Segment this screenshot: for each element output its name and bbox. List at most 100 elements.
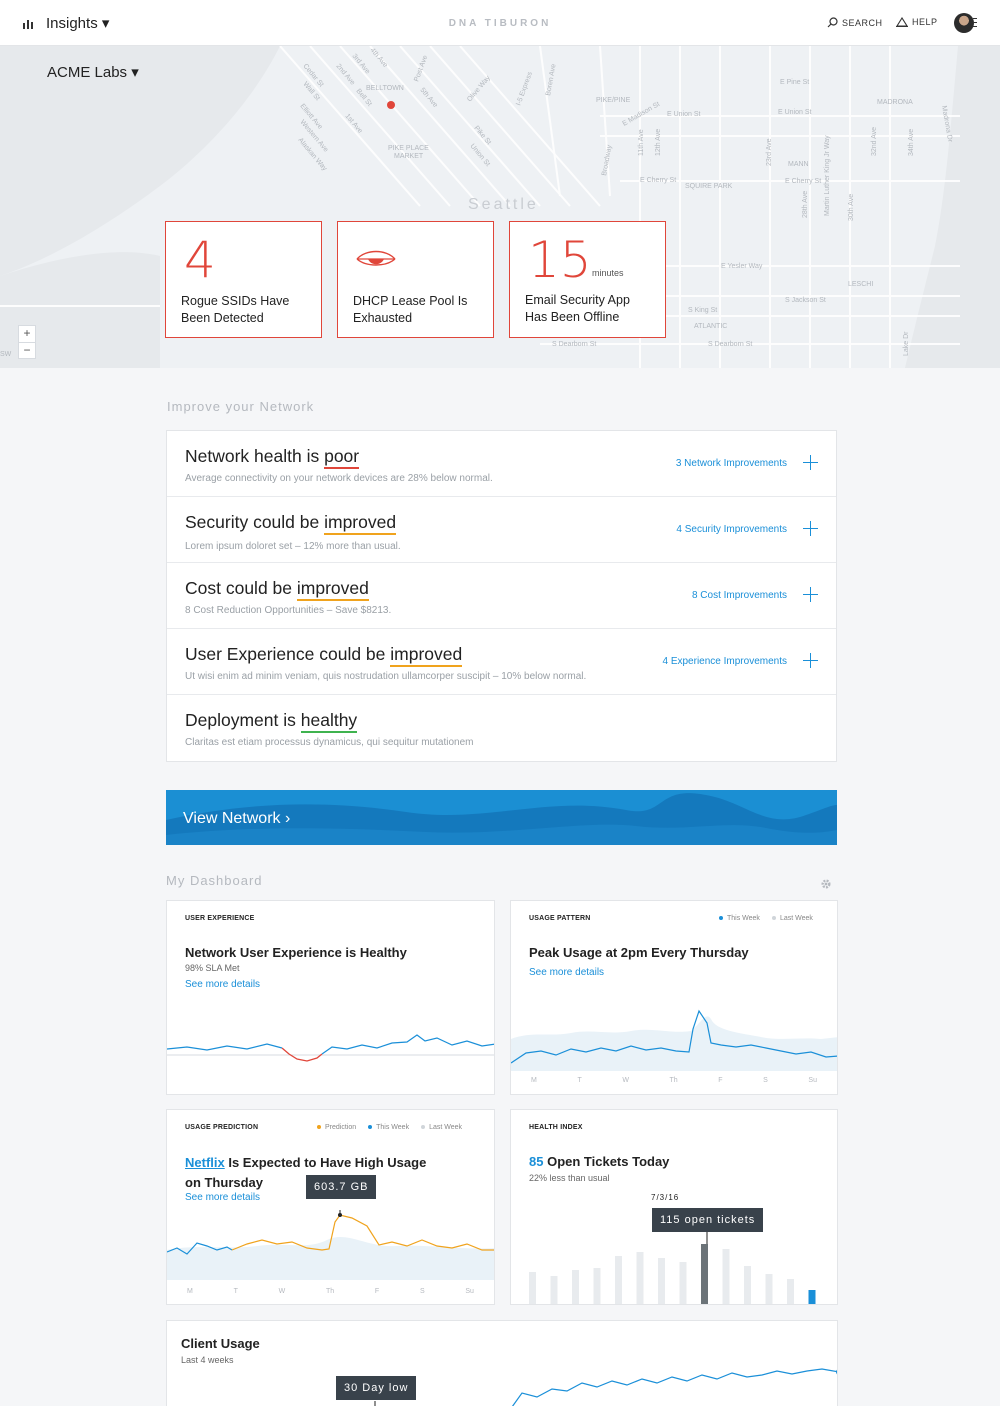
- improvement-link[interactable]: 8 Cost Improvements: [692, 590, 787, 601]
- help-icon: [896, 17, 908, 27]
- ticket-bar[interactable]: [636, 1252, 644, 1304]
- svg-text:SQUIRE PARK: SQUIRE PARK: [685, 183, 733, 190]
- ticket-bar[interactable]: [593, 1268, 601, 1304]
- svg-text:E Pine St: E Pine St: [780, 79, 809, 86]
- search-button[interactable]: SEARCH: [827, 17, 883, 28]
- view-network-button[interactable]: View Network ›: [166, 790, 837, 845]
- alert-card-rogue-ssids[interactable]: 4 Rogue SSIDs Have Been Detected: [165, 221, 322, 338]
- ticket-bar[interactable]: [765, 1274, 773, 1304]
- alert-value: 4: [184, 231, 216, 289]
- ticket-bar[interactable]: [722, 1249, 730, 1304]
- svg-text:E Union St: E Union St: [778, 109, 812, 116]
- improvement-row-experience[interactable]: User Experience could be improved Ut wis…: [167, 629, 836, 695]
- card-kicker: USAGE PATTERN: [529, 915, 591, 922]
- expand-plus-icon[interactable]: [803, 653, 818, 668]
- card-title: Netflix Is Expected to Have High Usage: [185, 1155, 427, 1170]
- gear-icon[interactable]: [820, 878, 832, 890]
- improvement-link[interactable]: 4 Experience Improvements: [662, 656, 787, 667]
- see-more-link[interactable]: See more details: [185, 979, 260, 990]
- svg-text:Boren Ave: Boren Ave: [545, 63, 557, 96]
- improvement-link[interactable]: 4 Security Improvements: [676, 524, 787, 535]
- card-title-line2: on Thursday: [185, 1175, 264, 1190]
- alert-card-dhcp[interactable]: DHCP Lease Pool Is Exhausted: [337, 221, 494, 338]
- ticket-bar[interactable]: [744, 1266, 751, 1304]
- ticket-bar[interactable]: [808, 1290, 816, 1304]
- improvement-status: improved: [296, 578, 369, 601]
- alert-card-email-offline[interactable]: 15 minutes Email Security App Has Been O…: [509, 221, 666, 338]
- help-label: HELP: [912, 17, 938, 27]
- weekday-axis: M T W Th F S Su: [531, 1077, 817, 1084]
- improvement-row-security[interactable]: Security could be improved Lorem ipsum d…: [167, 497, 836, 563]
- ticket-bar[interactable]: [615, 1256, 622, 1304]
- improvement-status: healthy: [300, 710, 358, 733]
- avatar[interactable]: [954, 13, 974, 33]
- improvement-row-cost[interactable]: Cost could be improved 8 Cost Reduction …: [167, 563, 836, 629]
- svg-text:MARKET: MARKET: [394, 153, 424, 160]
- ux-line-chart: [167, 1034, 494, 1062]
- svg-text:BELLTOWN: BELLTOWN: [366, 85, 404, 92]
- ticket-bar[interactable]: [550, 1276, 558, 1304]
- tickets-bar-chart: [529, 1232, 816, 1304]
- card-usage-prediction[interactable]: USAGE PREDICTION Prediction This Week La…: [166, 1109, 495, 1305]
- card-subtitle: 98% SLA Met: [185, 963, 240, 973]
- svg-text:32nd Ave: 32nd Ave: [871, 127, 878, 156]
- improvement-row-deployment[interactable]: Deployment is healthy Claritas est etiam…: [167, 695, 836, 761]
- app-link-netflix[interactable]: Netflix: [185, 1155, 225, 1170]
- svg-text:S Dearborn St: S Dearborn St: [552, 341, 596, 348]
- card-health-index[interactable]: HEALTH INDEX 85 Open Tickets Today 22% l…: [510, 1109, 838, 1305]
- more-menu-icon[interactable]: [973, 18, 977, 27]
- help-button[interactable]: HELP: [896, 17, 938, 27]
- improvement-prefix: Deployment is: [185, 710, 301, 730]
- improvement-prefix: Network health is: [185, 446, 325, 466]
- svg-text:34th Ave: 34th Ave: [908, 129, 915, 156]
- card-client-usage[interactable]: Client Usage Last 4 weeks 30 Day low: [166, 1320, 838, 1406]
- usage-prediction-chart: [167, 1210, 494, 1280]
- chart-tooltip: 30 Day low: [336, 1376, 417, 1400]
- see-more-link[interactable]: See more details: [185, 1192, 260, 1203]
- ticket-bar[interactable]: [658, 1258, 665, 1304]
- improvement-link[interactable]: 3 Network Improvements: [676, 458, 787, 469]
- view-network-label: View Network ›: [183, 810, 291, 827]
- see-more-link[interactable]: See more details: [529, 967, 604, 978]
- svg-text:PIKE PLACE: PIKE PLACE: [388, 145, 429, 152]
- card-user-experience[interactable]: USER EXPERIENCE Network User Experience …: [166, 900, 495, 1095]
- ticket-bar[interactable]: [701, 1244, 708, 1304]
- ticket-bar[interactable]: [529, 1272, 536, 1304]
- svg-text:Olive Way: Olive Way: [466, 74, 492, 103]
- improve-section-label: Improve your Network: [167, 399, 315, 414]
- zoom-in-button[interactable]: +: [19, 326, 35, 342]
- svg-text:MADRONA: MADRONA: [877, 99, 913, 106]
- improvements-list: Network health is poor Average connectiv…: [166, 430, 837, 762]
- ticket-bar[interactable]: [679, 1262, 687, 1304]
- svg-text:28th Ave: 28th Ave: [802, 191, 809, 218]
- improvement-title: Network health is poor: [185, 446, 360, 469]
- org-selector[interactable]: ACME Labs ▾: [47, 63, 139, 81]
- card-usage-pattern[interactable]: USAGE PATTERN This Week Last Week Peak U…: [510, 900, 838, 1095]
- expand-plus-icon[interactable]: [803, 455, 818, 470]
- improvement-prefix: User Experience could be: [185, 644, 391, 664]
- ticket-bar[interactable]: [572, 1270, 579, 1304]
- improvement-row-network[interactable]: Network health is poor Average connectiv…: [167, 431, 836, 497]
- usage-pattern-chart: [511, 1009, 837, 1071]
- svg-text:E Cherry St: E Cherry St: [785, 178, 821, 185]
- ticket-bar[interactable]: [787, 1279, 794, 1304]
- legend-prediction: Prediction: [317, 1124, 356, 1131]
- expand-plus-icon[interactable]: [803, 521, 818, 536]
- svg-text:11th Ave: 11th Ave: [638, 129, 645, 156]
- improvement-subtitle: Claritas est etiam processus dynamicus, …: [185, 737, 474, 748]
- legend-this-week: This Week: [368, 1124, 409, 1131]
- weekday-axis: M T W Th F S Su: [187, 1288, 474, 1295]
- client-usage-chart: [374, 1368, 837, 1406]
- map-background: Bell St Wall St Cedar St Elliott Ave Wes…: [0, 46, 1000, 368]
- improvement-title: Deployment is healthy: [185, 710, 358, 733]
- expand-plus-icon[interactable]: [803, 587, 818, 602]
- dashboard-section-label: My Dashboard: [166, 873, 263, 888]
- chart-tooltip: 603.7 GB: [306, 1175, 377, 1199]
- location-map[interactable]: Bell St Wall St Cedar St Elliott Ave Wes…: [0, 46, 1000, 368]
- card-kicker: USER EXPERIENCE: [185, 915, 255, 922]
- improvement-status: improved: [324, 512, 397, 535]
- zoom-out-button[interactable]: −: [19, 342, 35, 358]
- improvement-prefix: Cost could be: [185, 578, 297, 598]
- svg-text:Seattle: Seattle: [468, 196, 539, 213]
- svg-text:ATLANTIC: ATLANTIC: [694, 323, 727, 330]
